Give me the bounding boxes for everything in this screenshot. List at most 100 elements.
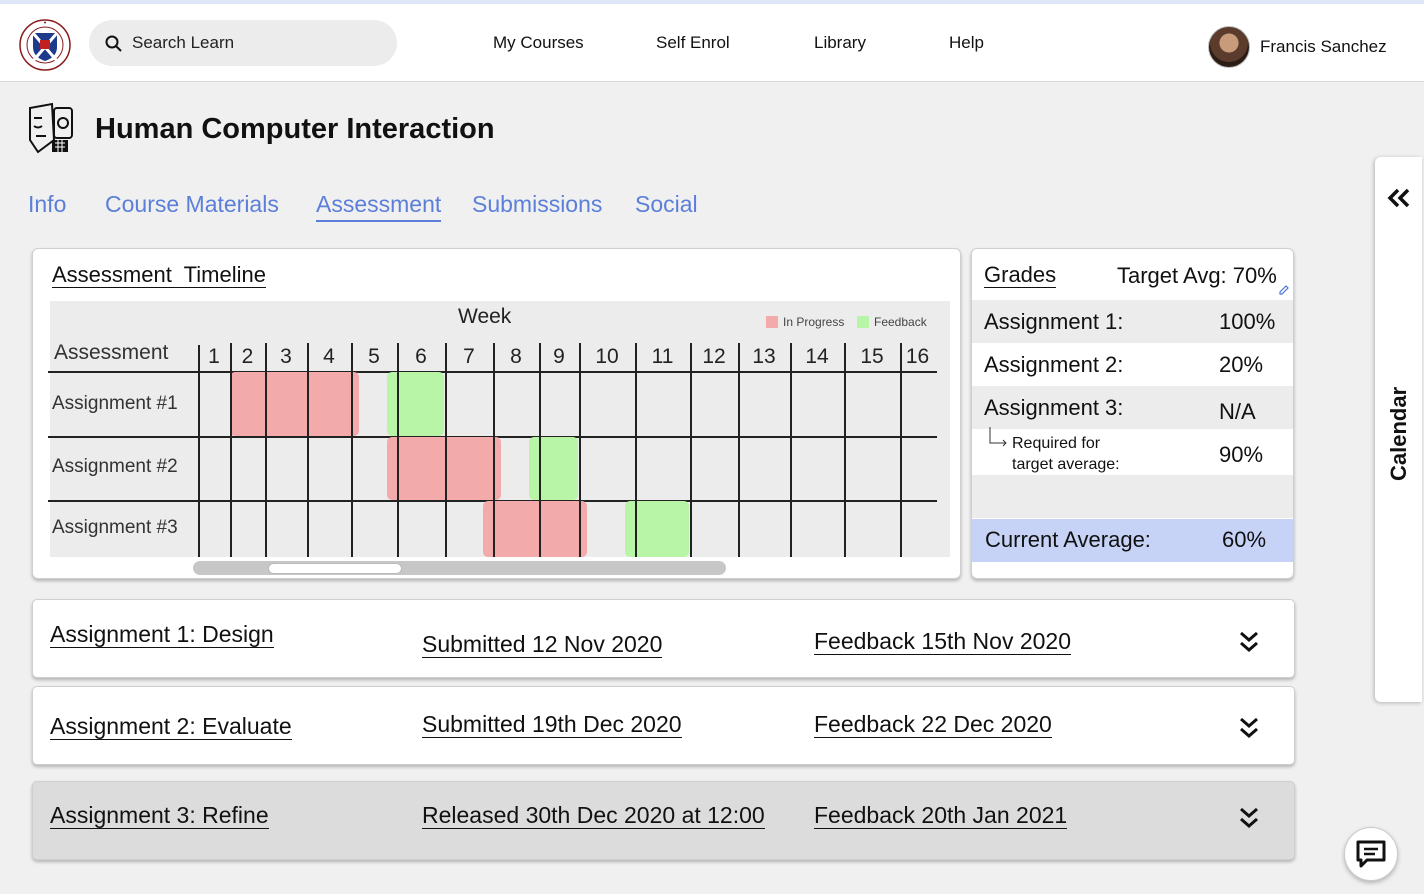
required-for-target-row: Required for target average: 90% (972, 427, 1293, 476)
tab-submissions[interactable]: Submissions (472, 191, 602, 218)
legend-swatch-feedback (857, 316, 869, 328)
grades-title: Grades (984, 262, 1057, 289)
required-label: Required for target average: (1012, 434, 1120, 476)
assignment-feedback[interactable]: Feedback 20th Jan 2021 (814, 802, 1068, 830)
grade-spacer-row (972, 475, 1293, 518)
tab-info[interactable]: Info (28, 191, 66, 218)
grades-panel: Grades Target Avg: 70% Assignment 1: 100… (971, 248, 1294, 579)
week-header: 16 (905, 345, 930, 368)
timeline-title: Assessment Timeline (52, 262, 266, 289)
current-average-row: Current Average: 60% (972, 519, 1293, 562)
timeline-scroll-thumb[interactable] (268, 563, 402, 574)
chat-icon (1356, 840, 1386, 868)
grid-column-divider (265, 343, 267, 557)
search-input[interactable]: Search Learn (89, 20, 397, 66)
assignment-name[interactable]: Assignment 3: Refine (50, 802, 269, 830)
grid-column-divider (539, 343, 541, 557)
required-label-line-1: Required for (1012, 435, 1101, 452)
calendar-label[interactable]: Calendar (1386, 387, 1412, 481)
week-header: 9 (553, 345, 565, 368)
legend-feedback: Feedback (857, 315, 927, 329)
required-label-line-2: target average: (1012, 455, 1120, 473)
grade-row-assignment-1: Assignment 1: 100% (972, 300, 1293, 343)
assessment-column-header: Assessment (54, 341, 169, 364)
grid-column-divider (230, 343, 232, 557)
in-progress-block[interactable] (387, 437, 501, 500)
week-header: 15 (860, 345, 884, 368)
week-header: 12 (702, 345, 726, 368)
search-icon (105, 35, 122, 52)
feedback-block[interactable] (529, 437, 578, 500)
assignment-row-1[interactable]: Assignment 1: Design Submitted 12 Nov 20… (32, 599, 1295, 678)
nav-library[interactable]: Library (814, 33, 866, 53)
edit-pencil-icon[interactable] (1278, 284, 1290, 296)
assignment-feedback[interactable]: Feedback 15th Nov 2020 (814, 628, 1072, 656)
tab-assessment[interactable]: Assessment (316, 191, 442, 222)
grade-label: Assignment 2: (984, 352, 1124, 377)
assignment-row-2[interactable]: Assignment 2: Evaluate Submitted 19th De… (32, 686, 1295, 765)
tab-social[interactable]: Social (635, 191, 698, 218)
calendar-sidebar[interactable]: Calendar (1375, 157, 1422, 702)
target-average: Target Avg: 70% (1117, 263, 1277, 288)
course-robot-icon (29, 102, 73, 154)
week-header: 5 (368, 345, 380, 368)
assignment-status[interactable]: Released 30th Dec 2020 at 12:00 (422, 802, 765, 830)
assignment-status[interactable]: Submitted 12 Nov 2020 (422, 631, 663, 659)
week-header: 7 (463, 345, 475, 368)
grid-column-divider (198, 345, 200, 557)
chevron-double-down-icon[interactable] (1236, 805, 1262, 831)
grid-column-divider (738, 343, 740, 557)
grid-column-divider (351, 343, 353, 557)
user-menu[interactable]: Francis Sanchez (1208, 26, 1387, 68)
university-seal-icon[interactable] (18, 18, 72, 72)
week-header: 10 (595, 345, 619, 368)
nav-self-enrol[interactable]: Self Enrol (656, 33, 730, 53)
chat-button[interactable] (1344, 827, 1398, 881)
assignment-status[interactable]: Submitted 19th Dec 2020 (422, 711, 682, 739)
grid-column-divider (900, 343, 902, 557)
grade-value: 20% (1219, 352, 1264, 377)
assignment-name[interactable]: Assignment 1: Design (50, 621, 274, 649)
week-header: 3 (280, 345, 292, 368)
chevron-double-left-icon[interactable] (1387, 187, 1411, 209)
week-label: Week (458, 305, 512, 328)
grade-row-assignment-3: Assignment 3: N/A (972, 386, 1293, 429)
grid-column-divider (790, 343, 792, 557)
timeline-grid: Week In Progress Feedback Assessment Ass… (48, 301, 950, 557)
tab-course-materials[interactable]: Course Materials (105, 191, 279, 218)
chevron-double-down-icon[interactable] (1236, 715, 1262, 741)
row-label-assignment-3: Assignment #3 (52, 517, 178, 538)
week-header: 1 (208, 345, 220, 368)
avatar[interactable] (1208, 26, 1250, 68)
legend-label-feedback: Feedback (874, 315, 927, 329)
current-average-value: 60% (1222, 527, 1267, 552)
grid-column-divider (844, 343, 846, 557)
assignment-name[interactable]: Assignment 2: Evaluate (50, 713, 292, 741)
assignment-row-3[interactable]: Assignment 3: Refine Released 30th Dec 2… (32, 781, 1295, 860)
feedback-block[interactable] (387, 372, 444, 436)
row-label-assignment-1: Assignment #1 (52, 393, 178, 414)
legend-swatch-in-progress (766, 316, 778, 328)
grid-column-divider (690, 343, 692, 557)
week-header: 2 (241, 345, 254, 368)
grid-column-divider (493, 343, 495, 557)
row-label-assignment-2: Assignment #2 (52, 456, 178, 477)
legend-in-progress: In Progress (766, 315, 844, 329)
legend-label-in-progress: In Progress (783, 315, 845, 329)
in-progress-block[interactable] (483, 501, 587, 557)
assignment-feedback[interactable]: Feedback 22 Dec 2020 (814, 711, 1052, 739)
grade-label: Assignment 1: (984, 309, 1124, 334)
nav-help[interactable]: Help (949, 33, 984, 53)
week-header: 8 (510, 345, 522, 368)
grid-column-divider (579, 343, 581, 557)
chevron-double-down-icon[interactable] (1236, 629, 1262, 655)
course-title: Human Computer Interaction (95, 113, 495, 145)
grid-column-divider (397, 343, 399, 557)
week-header: 13 (752, 345, 776, 368)
corner-arrow-icon (989, 427, 1007, 447)
grid-column-divider (635, 343, 637, 557)
nav-my-courses[interactable]: My Courses (493, 33, 584, 53)
assessment-timeline-panel: Assessment Timeline Week In Progress Fee… (32, 248, 961, 579)
in-progress-block[interactable] (230, 372, 359, 436)
current-average-label: Current Average: (985, 527, 1151, 552)
